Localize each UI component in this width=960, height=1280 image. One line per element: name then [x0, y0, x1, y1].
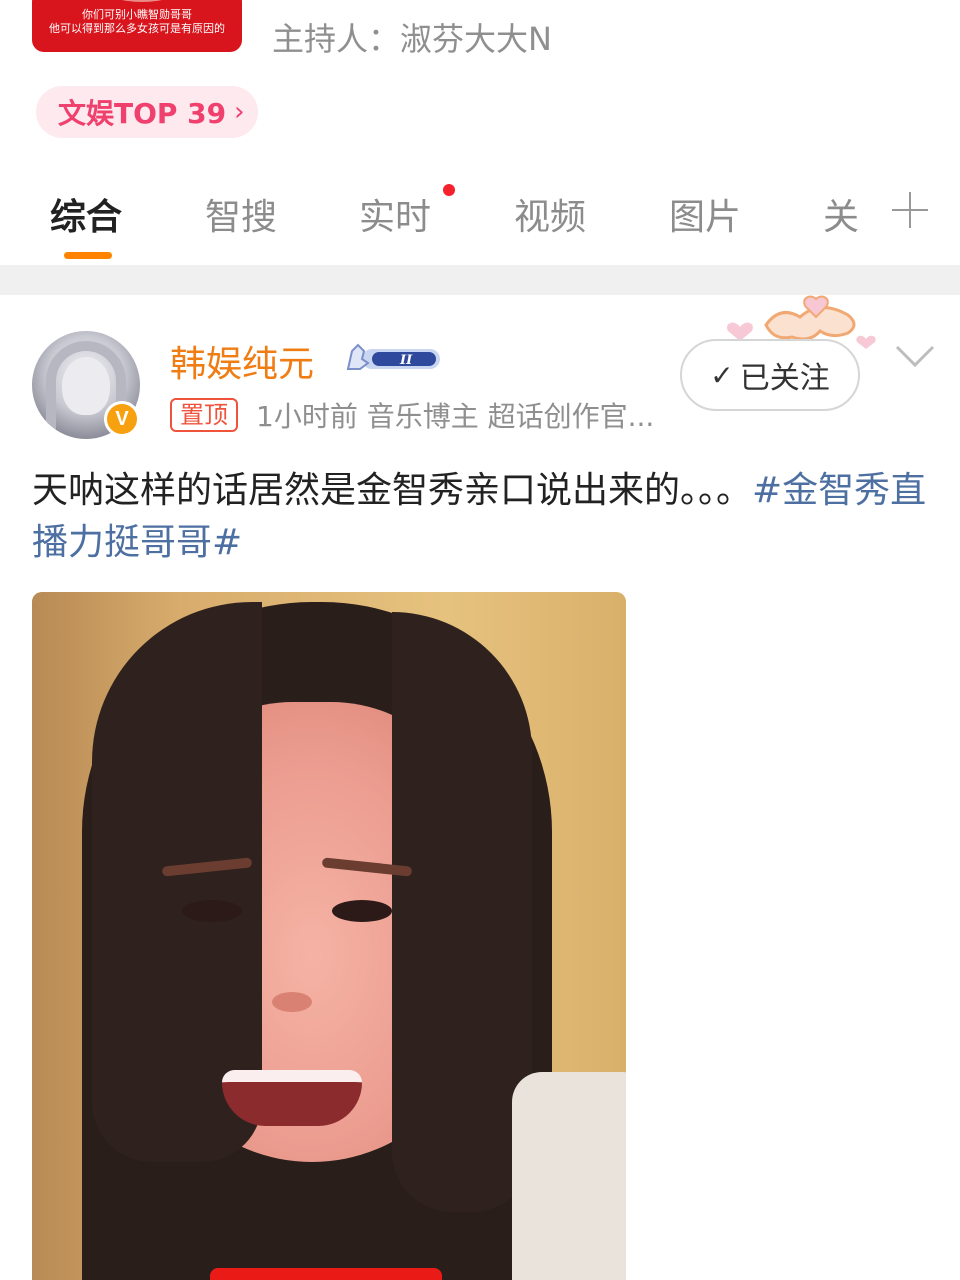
cover-lip-graphic: [102, 0, 182, 2]
chevron-right-icon: ›: [234, 97, 245, 127]
chevron-down-icon[interactable]: [893, 343, 937, 369]
pinned-tag: 置顶: [170, 398, 238, 432]
search-tabs: 综合 智搜 实时 视频 图片 关: [0, 180, 960, 259]
post-text: 天呐这样的话居然是金智秀亲口说出来的。。。#金智秀直播力挺哥哥#: [32, 465, 932, 569]
member-level-icon: II: [346, 343, 440, 370]
video-eye-right: [332, 900, 392, 922]
rank-badge[interactable]: 文娱TOP 39 ›: [36, 86, 258, 138]
realtime-notification-dot: [443, 184, 455, 196]
follow-button-label: 已关注: [739, 361, 830, 396]
post-body-text: 天呐这样的话居然是金智秀亲口说出来的。。。: [32, 470, 753, 511]
video-hair-right: [392, 612, 532, 1212]
rank-badge-label: 文娱TOP 39: [58, 97, 227, 130]
plus-icon[interactable]: [890, 190, 930, 230]
active-tab-indicator: [64, 252, 112, 259]
topic-host: 主持人：淑芬大大N: [272, 20, 552, 58]
video-eye-left: [182, 900, 242, 922]
post-meta-text: 1小时前 音乐博主 超话创作官...: [256, 400, 655, 433]
tab-images[interactable]: 图片: [669, 188, 741, 240]
svg-text:II: II: [399, 353, 413, 368]
follow-button[interactable]: ✓ 已关注: [680, 339, 860, 411]
cover-caption-line-1: 你们可别小瞧智勋哥哥: [82, 8, 192, 21]
video-pillow: [512, 1072, 626, 1280]
post-meta: 置顶 1小时前 音乐博主 超话创作官...: [170, 395, 654, 435]
tab-video[interactable]: 视频: [514, 188, 586, 240]
video-caption-bar: [210, 1268, 442, 1280]
section-divider: [0, 265, 960, 295]
tab-realtime[interactable]: 实时: [359, 188, 431, 240]
tab-comprehensive[interactable]: 综合: [50, 188, 122, 240]
tab-smart-search[interactable]: 智搜: [205, 188, 277, 240]
username[interactable]: 韩娱纯元: [170, 335, 314, 387]
video-mouth: [222, 1070, 362, 1126]
video-nose: [272, 992, 312, 1012]
verified-icon: V: [104, 401, 140, 437]
check-icon: ✓: [710, 358, 734, 392]
topic-cover-image[interactable]: 你们可别小瞧智勋哥哥 他可以得到那么多女孩可是有原因的: [32, 0, 242, 52]
topic-header: 你们可别小瞧智勋哥哥 他可以得到那么多女孩可是有原因的 主持人：淑芬大大N 文娱…: [0, 0, 960, 265]
cover-caption-line-2: 他可以得到那么多女孩可是有原因的: [49, 22, 225, 35]
avatar-face-graphic: [62, 357, 110, 415]
tab-follow[interactable]: 关: [823, 188, 859, 240]
post-video-thumbnail[interactable]: [32, 592, 626, 1280]
